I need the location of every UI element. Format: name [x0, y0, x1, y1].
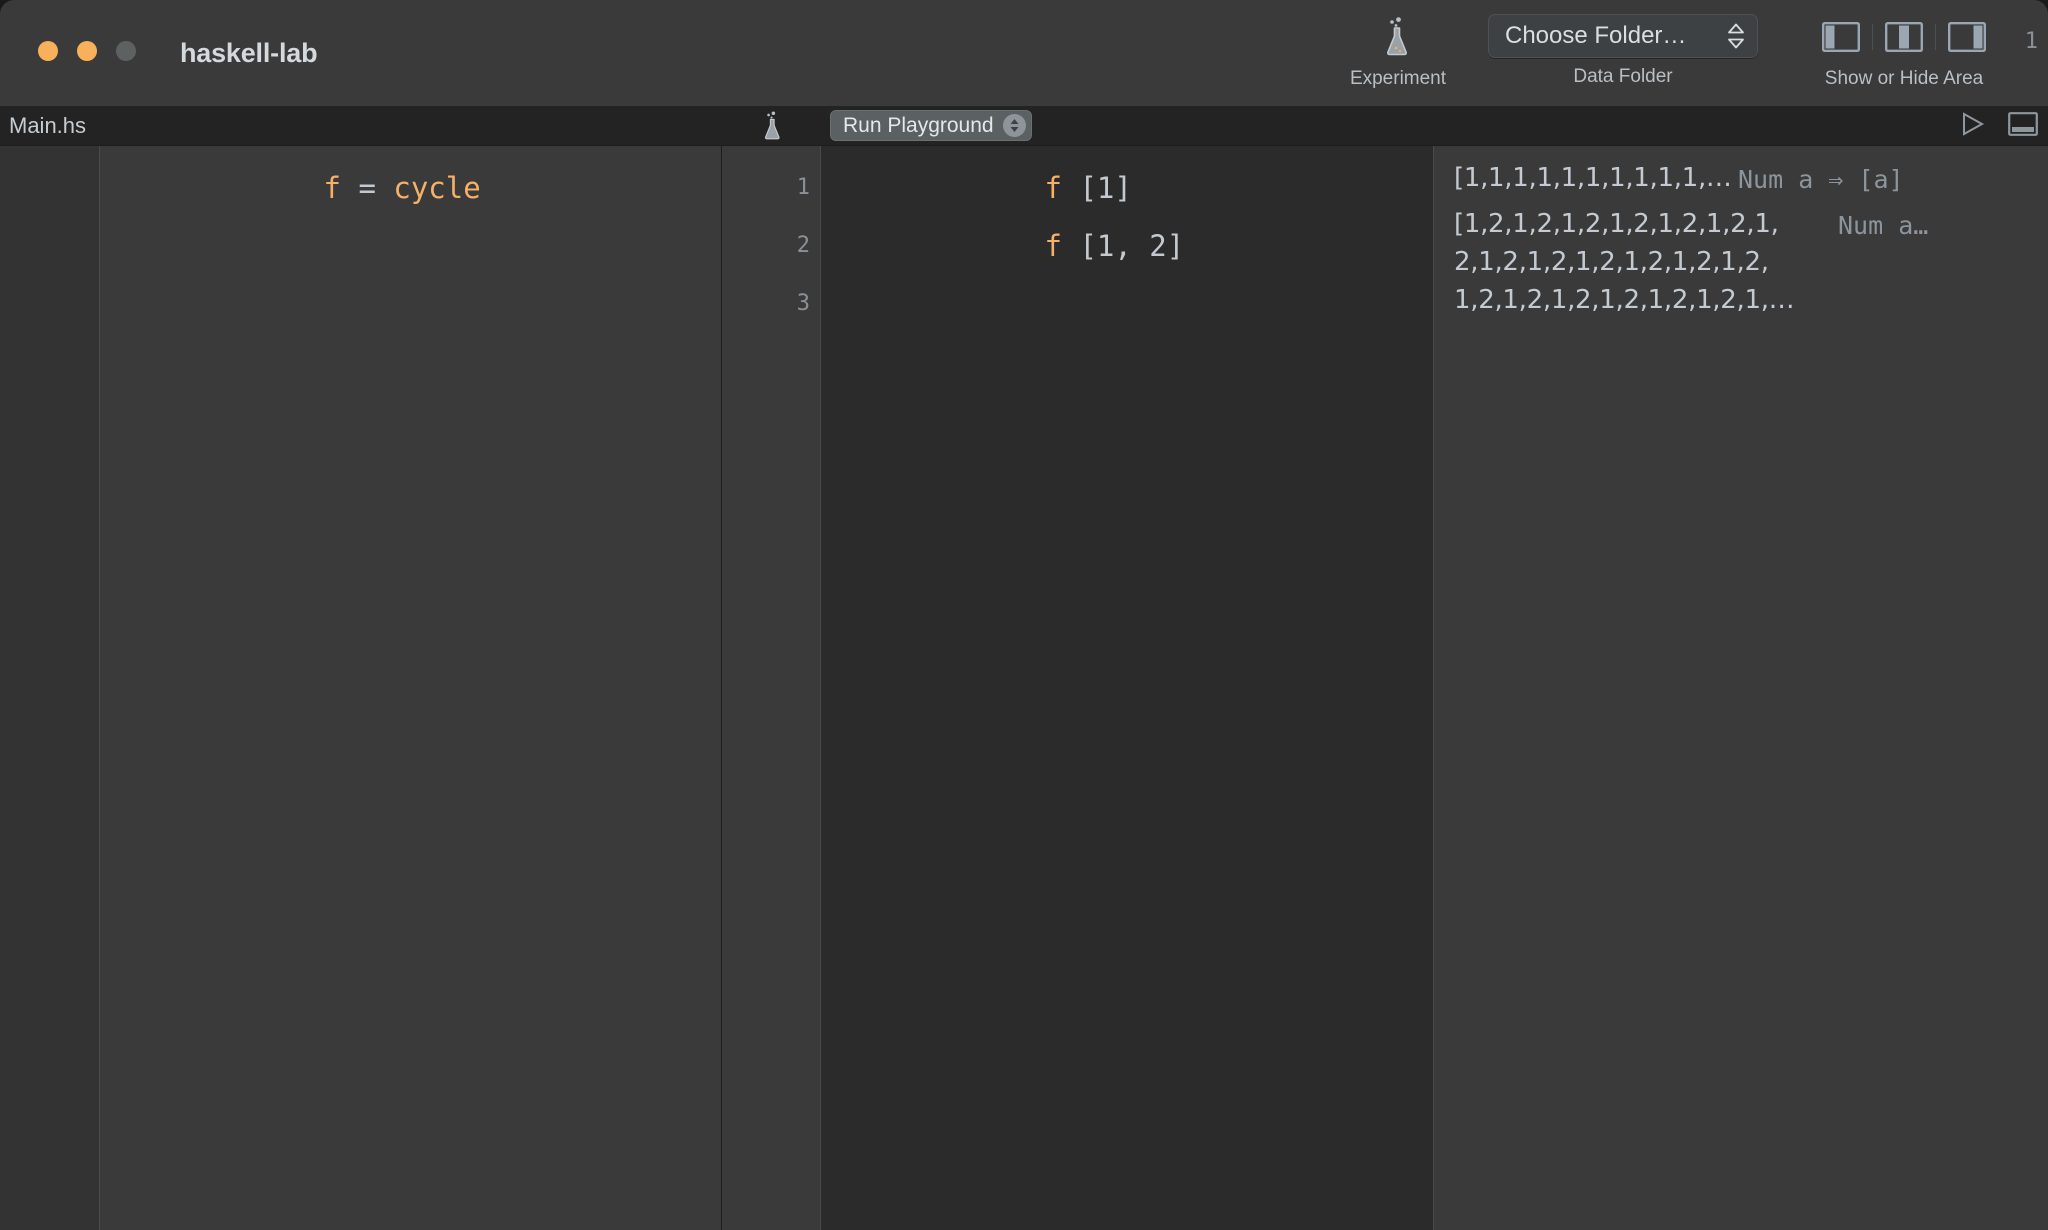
line-number: 1 [2024, 29, 2038, 54]
line-number: 1 [796, 175, 810, 200]
playground-editor[interactable]: f [1] f [1, 2] [821, 146, 1434, 1230]
editor-gutter: 1 [0, 29, 2038, 1230]
line-number: 3 [796, 291, 810, 316]
code-token: cycle [393, 171, 481, 205]
tab-actions [1960, 106, 2038, 146]
code-line: f [1, 2] [821, 217, 1433, 275]
app-window: haskell-lab Experiment Choose Folder… Da… [0, 0, 2048, 1230]
experiment-label: Experiment [1349, 68, 1447, 89]
tabbar-experiment-button[interactable] [723, 106, 822, 145]
play-icon [1963, 111, 1985, 136]
toggle-bottom-panel-button[interactable] [2008, 111, 2038, 141]
panes: 1 f = cycle 1 2 3 f [1] f [1, 2] [1,1,1,… [0, 29, 2048, 1230]
panel-bottom-icon [2008, 111, 2038, 136]
results-list: [1,1,1,1,1,1,1,1,1,1,… Num a ⇒ [a] [1,2,… [1454, 159, 2048, 319]
code-token: [1, 2] [1079, 229, 1185, 263]
line-number: 2 [796, 233, 810, 258]
editor-content: f = cycle [100, 159, 721, 217]
code-token: f [323, 171, 341, 205]
result-type: Num a ⇒ [a] [1738, 165, 1904, 194]
show-hide-area-label: Show or Hide Area [1824, 68, 1984, 89]
results-panel: [1,1,1,1,1,1,1,1,1,1,… Num a ⇒ [a] [1,2,… [1434, 146, 2048, 1230]
code-line: f = cycle [100, 159, 721, 217]
editor-main-hs[interactable]: f = cycle [100, 146, 722, 1230]
editor-line-numbers: 1 [0, 13, 2038, 71]
flask-icon [764, 110, 780, 139]
tab-label: Main.hs [9, 112, 87, 138]
result-value: [1,2,1,2,1,2,1,2,1,2,1,2,1, 2,1,2,1,2,1,… [1454, 209, 1795, 315]
code-token: = [358, 171, 376, 205]
code-token: f [1044, 229, 1062, 263]
run-button[interactable] [1960, 111, 1986, 142]
playground-gutter: 1 2 3 [722, 146, 821, 1230]
result-type: Num a… [1838, 211, 1929, 240]
playground-line-numbers: 1 2 3 [712, 159, 810, 333]
result-row: [1,2,1,2,1,2,1,2,1,2,1,2,1, 2,1,2,1,2,1,… [1454, 205, 2048, 319]
result-row: [1,1,1,1,1,1,1,1,1,1,… Num a ⇒ [a] [1454, 159, 2048, 199]
result-value: [1,1,1,1,1,1,1,1,1,1,… [1454, 163, 1732, 193]
playground-content: f [1] f [1, 2] [821, 159, 1433, 333]
